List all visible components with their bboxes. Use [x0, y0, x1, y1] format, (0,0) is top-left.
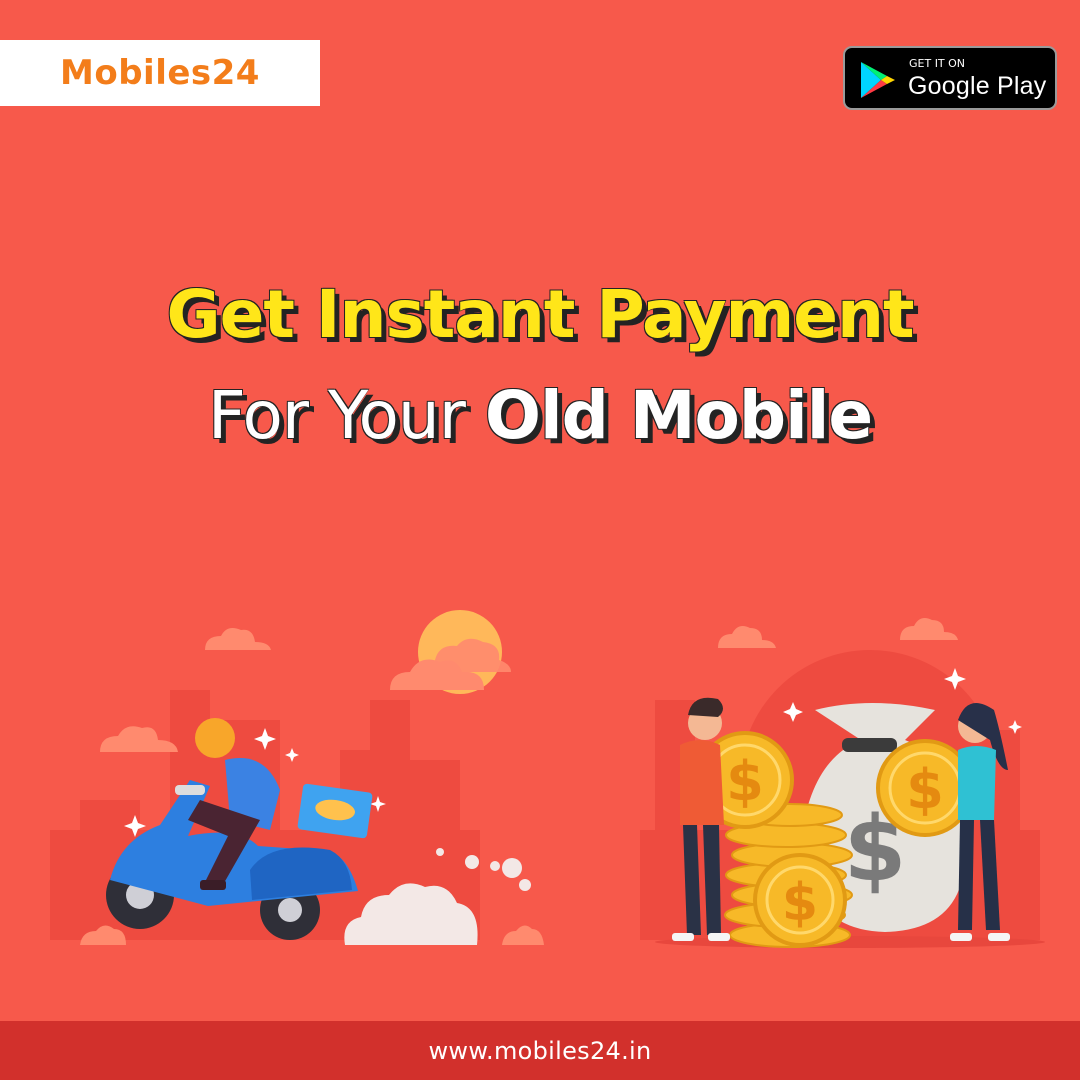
- brand-logo-box: Mobiles24: [0, 40, 320, 106]
- headline-line-2: For Your Old Mobile: [0, 377, 1080, 454]
- website-link[interactable]: www.mobiles24.in: [428, 1037, 651, 1065]
- badge-store-name: Google Play: [908, 72, 1047, 100]
- google-play-icon: [861, 62, 895, 98]
- headline-line-1: Get Instant Payment: [166, 276, 914, 353]
- badge-top-text: GET IT ON: [909, 57, 966, 70]
- headline-line-2-bold: Old Mobile: [484, 377, 873, 454]
- headline-line-2-regular: For Your: [207, 377, 466, 454]
- svg-text:$: $: [726, 750, 764, 813]
- svg-text:$: $: [906, 758, 944, 821]
- footer-bar: www.mobiles24.in: [0, 1021, 1080, 1080]
- delivery-and-payment-illustration: $ $ $ $: [50, 610, 1045, 948]
- ad-canvas: $ $ $ $ Mobiles24 GET IT ON Google Play …: [0, 0, 1080, 1080]
- google-play-badge[interactable]: GET IT ON Google Play: [843, 46, 1057, 110]
- svg-text:$: $: [782, 873, 818, 933]
- brand-logo-text: Mobiles24: [60, 53, 260, 93]
